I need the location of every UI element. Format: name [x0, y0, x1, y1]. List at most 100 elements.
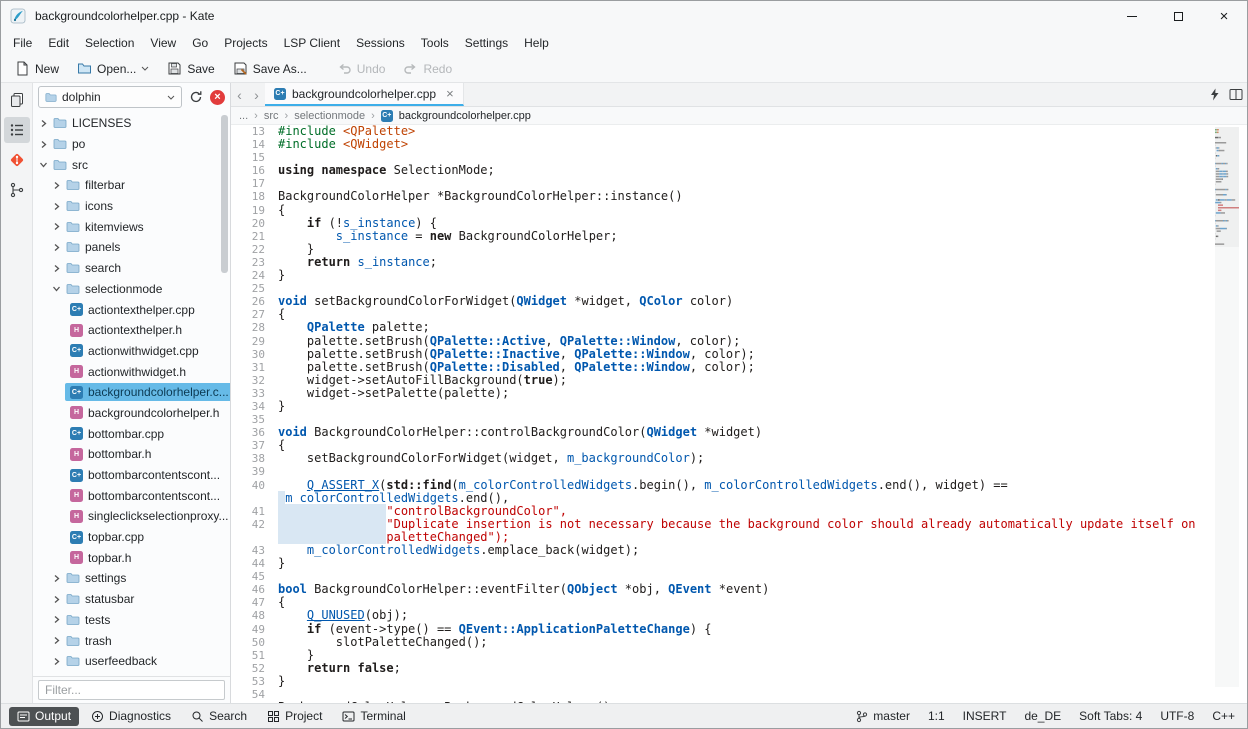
- expander-icon[interactable]: [39, 119, 48, 128]
- tree-folder-src[interactable]: src: [33, 154, 230, 175]
- code-line[interactable]: 24}: [231, 269, 1247, 282]
- menu-file[interactable]: File: [5, 33, 40, 53]
- reload-project-icon[interactable]: [187, 88, 205, 106]
- tree-file-topbar.cpp[interactable]: C+topbar.cpp: [33, 527, 230, 548]
- git-branch[interactable]: master: [856, 709, 910, 723]
- minimap[interactable]: [1215, 127, 1239, 687]
- tab-prev-icon[interactable]: ‹: [231, 83, 248, 106]
- code-line[interactable]: 33 widget->setPalette(palette);: [231, 387, 1247, 400]
- code-line[interactable]: 18BackgroundColorHelper *BackgroundColor…: [231, 190, 1247, 203]
- menu-projects[interactable]: Projects: [216, 33, 275, 53]
- cursor-position[interactable]: 1:1: [928, 709, 945, 723]
- expander-icon[interactable]: [52, 636, 61, 645]
- tree-folder-panels[interactable]: panels: [33, 237, 230, 258]
- code-line[interactable]: 14#include <QWidget>: [231, 138, 1247, 151]
- expander-icon[interactable]: [52, 574, 61, 583]
- expander-icon[interactable]: [52, 181, 61, 190]
- code-line[interactable]: 26void setBackgroundColorForWidget(QWidg…: [231, 295, 1247, 308]
- tree-folder-kitemviews[interactable]: kitemviews: [33, 216, 230, 237]
- code-line[interactable]: 34}: [231, 400, 1247, 413]
- encoding[interactable]: UTF-8: [1160, 709, 1194, 723]
- tree-folder-LICENSES[interactable]: LICENSES: [33, 113, 230, 134]
- expander-icon[interactable]: [39, 140, 48, 149]
- input-mode[interactable]: INSERT: [963, 709, 1007, 723]
- project-selector[interactable]: dolphin: [38, 86, 182, 108]
- menu-lsp-client[interactable]: LSP Client: [276, 33, 348, 53]
- project-button[interactable]: Project: [259, 707, 330, 726]
- tree-folder-userfeedback[interactable]: userfeedback: [33, 651, 230, 672]
- code-line[interactable]: 46bool BackgroundColorHelper::eventFilte…: [231, 583, 1247, 596]
- tree-folder-trash[interactable]: trash: [33, 630, 230, 651]
- tree-folder-statusbar[interactable]: statusbar: [33, 589, 230, 610]
- new-button[interactable]: New: [7, 57, 67, 81]
- tree-folder-filterbar[interactable]: filterbar: [33, 175, 230, 196]
- tree-file-actionwithwidget.h[interactable]: Hactionwithwidget.h: [33, 361, 230, 382]
- tree-file-actiontexthelper.cpp[interactable]: C+actiontexthelper.cpp: [33, 299, 230, 320]
- menu-sessions[interactable]: Sessions: [348, 33, 413, 53]
- breadcrumb-item[interactable]: backgroundcolorhelper.cpp: [399, 110, 531, 122]
- open-button[interactable]: Open...: [69, 57, 157, 81]
- tree-folder-tests[interactable]: tests: [33, 610, 230, 631]
- output-button[interactable]: Output: [9, 707, 79, 726]
- menu-edit[interactable]: Edit: [40, 33, 77, 53]
- breadcrumb-item[interactable]: ...: [239, 110, 248, 122]
- tree-folder-icons[interactable]: icons: [33, 196, 230, 217]
- code-line[interactable]: 42 "Duplicate insertion is not necessary…: [231, 518, 1247, 531]
- expander-icon[interactable]: [52, 595, 61, 604]
- undo-button[interactable]: Undo: [329, 57, 394, 81]
- expander-icon[interactable]: [52, 202, 61, 211]
- terminal-button[interactable]: Terminal: [334, 707, 413, 726]
- tab-width-setting[interactable]: Soft Tabs: 4: [1079, 709, 1142, 723]
- code-line[interactable]: 43 m_colorControlledWidgets.emplace_back…: [231, 544, 1247, 557]
- tree-folder-po[interactable]: po: [33, 134, 230, 155]
- tree-folder-search[interactable]: search: [33, 258, 230, 279]
- save-button[interactable]: Save: [159, 57, 222, 81]
- filter-input[interactable]: [38, 680, 225, 700]
- tab-next-icon[interactable]: ›: [248, 83, 265, 106]
- documents-tool-button[interactable]: [4, 87, 30, 113]
- tree-file-singleclickselectionproxy...[interactable]: Hsingleclickselectionproxy...: [33, 506, 230, 527]
- tree-scrollbar[interactable]: [221, 115, 228, 273]
- expander-icon[interactable]: [52, 264, 61, 273]
- tab-backgroundcolorhelper[interactable]: C+ backgroundcolorhelper.cpp ×: [265, 83, 464, 106]
- code-line[interactable]: 21 s_instance = new BackgroundColorHelpe…: [231, 230, 1247, 243]
- code-editor[interactable]: 13#include <QPalette>14#include <QWidget…: [231, 125, 1247, 703]
- titlebar[interactable]: backgroundcolorhelper.cpp - Kate ×: [1, 1, 1247, 31]
- symbols-tool-button[interactable]: [4, 177, 30, 203]
- code-line[interactable]: 38 setBackgroundColorForWidget(widget, m…: [231, 452, 1247, 465]
- dictionary[interactable]: de_DE: [1024, 709, 1061, 723]
- menu-selection[interactable]: Selection: [77, 33, 142, 53]
- tree-file-topbar.h[interactable]: Htopbar.h: [33, 547, 230, 568]
- diagnostics-button[interactable]: Diagnostics: [83, 707, 179, 726]
- maximize-button[interactable]: [1155, 1, 1201, 31]
- search-button[interactable]: Search: [183, 707, 255, 726]
- save-as-button[interactable]: Save As...: [225, 57, 315, 81]
- code-line[interactable]: 52 return false;: [231, 662, 1247, 675]
- quick-actions-icon[interactable]: [1203, 83, 1225, 106]
- projects-tool-button[interactable]: [4, 117, 30, 143]
- tree-folder-selectionmode[interactable]: selectionmode: [33, 279, 230, 300]
- expander-icon[interactable]: [52, 243, 61, 252]
- tree-folder-settings[interactable]: settings: [33, 568, 230, 589]
- menu-help[interactable]: Help: [516, 33, 557, 53]
- breadcrumb-item[interactable]: selectionmode: [294, 110, 365, 122]
- code-line[interactable]: 44}: [231, 557, 1247, 570]
- breadcrumb-item[interactable]: src: [264, 110, 279, 122]
- expander-icon[interactable]: [52, 284, 61, 293]
- tree-file-bottombarcontentscont...[interactable]: C+bottombarcontentscont...: [33, 465, 230, 486]
- split-view-icon[interactable]: [1225, 83, 1247, 106]
- tab-close-icon[interactable]: ×: [446, 86, 454, 101]
- tree-file-backgroundcolorhelper.h[interactable]: Hbackgroundcolorhelper.h: [33, 403, 230, 424]
- code-line[interactable]: 36void BackgroundColorHelper::controlBac…: [231, 426, 1247, 439]
- minimize-button[interactable]: [1109, 1, 1155, 31]
- tree-file-bottombarcontentscont...[interactable]: Hbottombarcontentscont...: [33, 485, 230, 506]
- tree-file-bottombar.cpp[interactable]: C+bottombar.cpp: [33, 423, 230, 444]
- code-line[interactable]: m_colorControlledWidgets.end(),: [231, 492, 1247, 505]
- git-tool-button[interactable]: [4, 147, 30, 173]
- redo-button[interactable]: Redo: [395, 57, 460, 81]
- tree-file-bottombar.h[interactable]: Hbottombar.h: [33, 444, 230, 465]
- code-line[interactable]: BackgroundColorHelper::BackgroundColorHe…: [231, 701, 1247, 703]
- menu-view[interactable]: View: [142, 33, 184, 53]
- syntax-mode[interactable]: C++: [1212, 709, 1235, 723]
- expander-icon[interactable]: [52, 615, 61, 624]
